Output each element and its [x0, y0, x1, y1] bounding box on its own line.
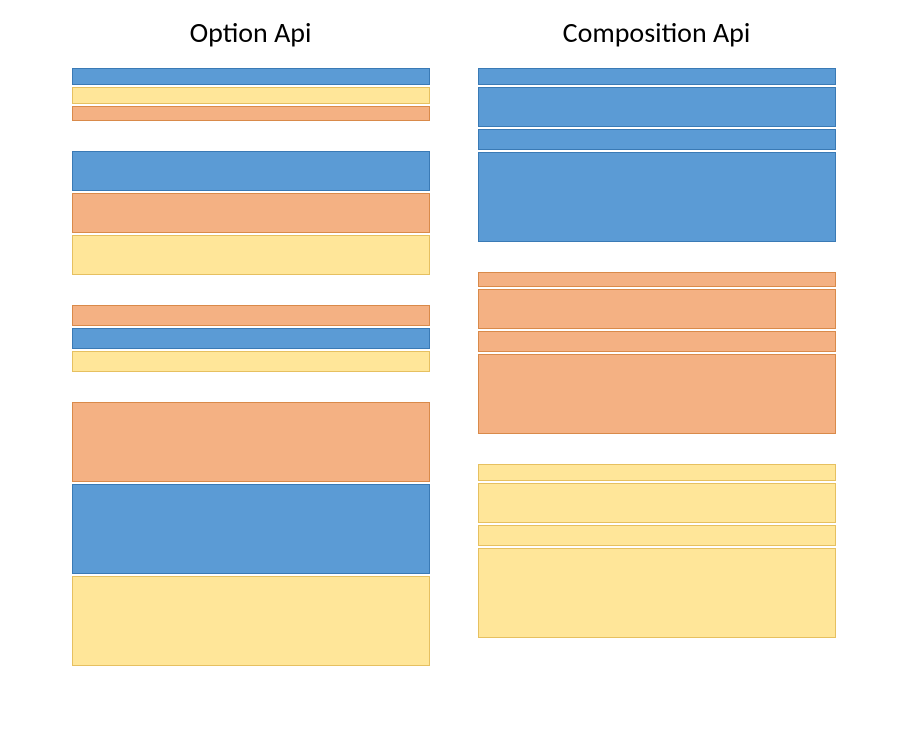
option-block-yellow — [72, 576, 430, 666]
option-block-yellow — [72, 235, 430, 275]
composition-block-blue — [478, 68, 836, 85]
composition-block-blue — [478, 129, 836, 150]
composition-block-blue — [478, 152, 836, 242]
composition-block-yellow — [478, 548, 836, 638]
option-block-blue — [72, 484, 430, 574]
option-block-orange — [72, 106, 430, 121]
option-api-blocks — [72, 68, 430, 696]
option-block-blue — [72, 151, 430, 191]
composition-block-blue — [478, 87, 836, 127]
option-block-orange — [72, 193, 430, 233]
option-block-orange — [72, 305, 430, 326]
option-group — [72, 151, 430, 277]
option-api-title: Option Api — [72, 15, 430, 50]
composition-block-orange — [478, 272, 836, 287]
composition-api-blocks — [478, 68, 836, 668]
option-group — [72, 402, 430, 668]
composition-block-yellow — [478, 464, 836, 481]
option-block-yellow — [72, 351, 430, 372]
composition-group — [478, 464, 836, 640]
composition-block-orange — [478, 331, 836, 352]
option-api-column: Option Api — [72, 15, 430, 750]
composition-block-yellow — [478, 483, 836, 523]
option-group — [72, 305, 430, 374]
composition-block-orange — [478, 289, 836, 329]
option-block-orange — [72, 402, 430, 482]
option-block-blue — [72, 328, 430, 349]
option-group — [72, 68, 430, 123]
composition-group — [478, 272, 836, 436]
composition-block-orange — [478, 354, 836, 434]
composition-api-column: Composition Api — [478, 15, 836, 750]
composition-group — [478, 68, 836, 244]
composition-api-title: Composition Api — [478, 15, 836, 50]
composition-block-yellow — [478, 525, 836, 546]
option-block-yellow — [72, 87, 430, 104]
option-block-blue — [72, 68, 430, 85]
